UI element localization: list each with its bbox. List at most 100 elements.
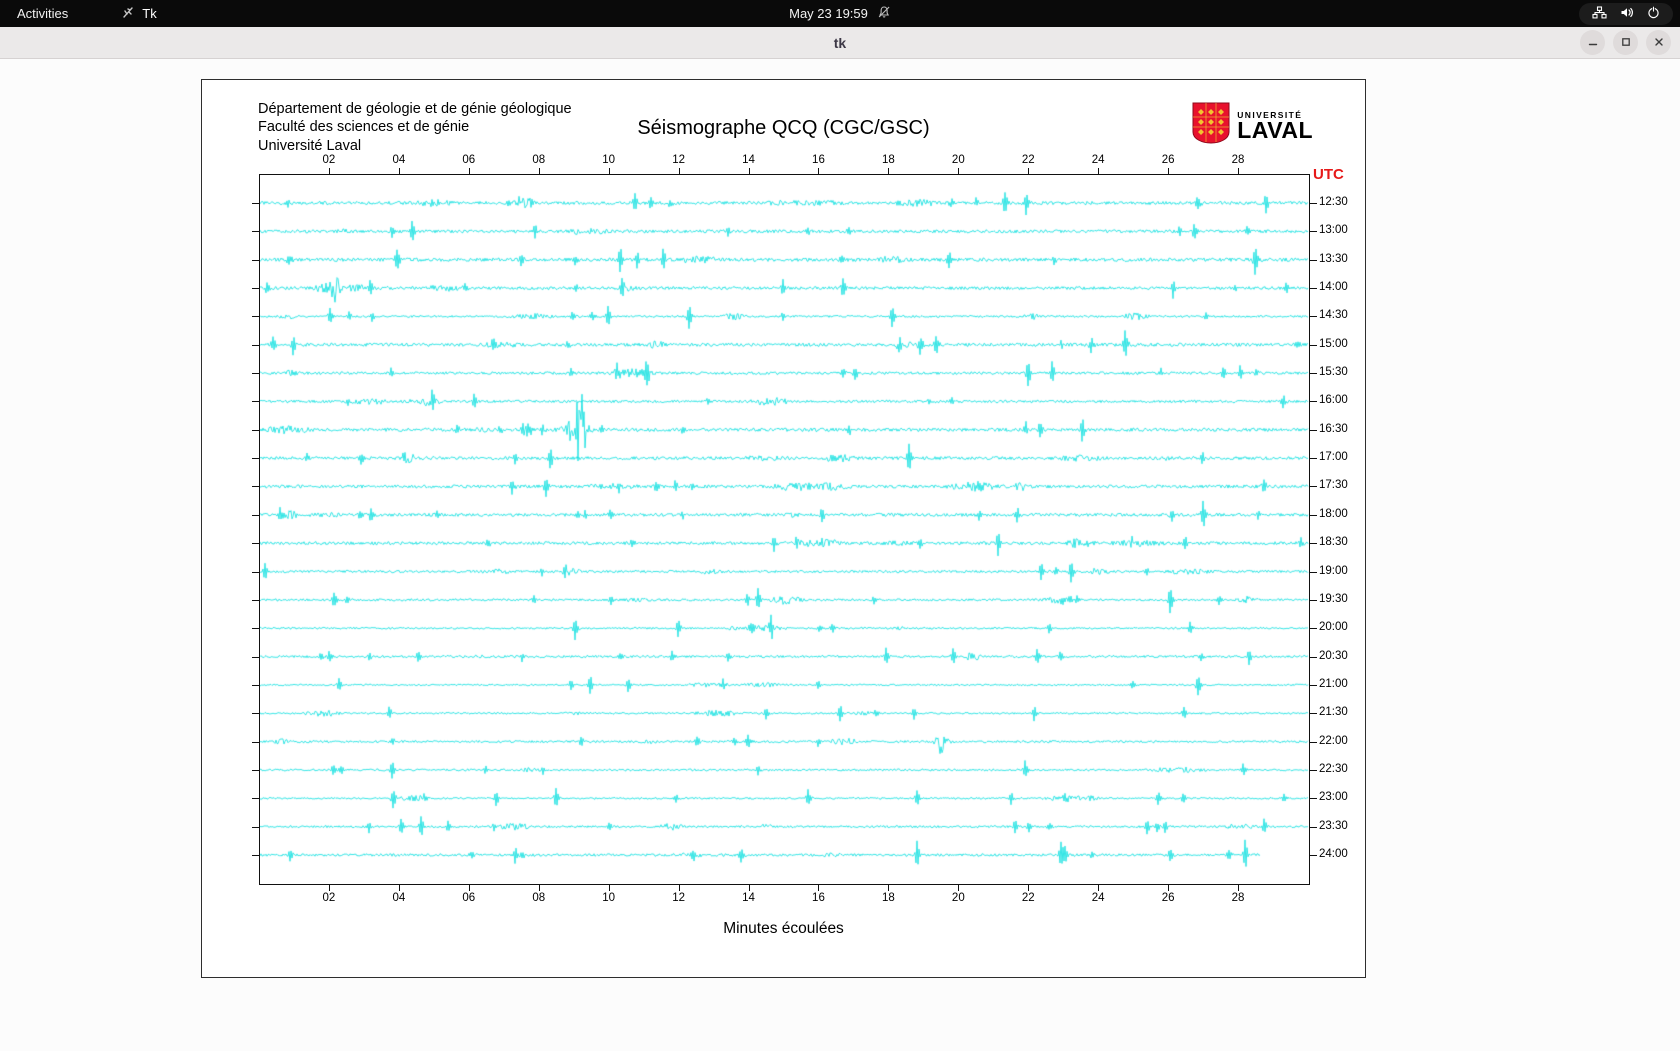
trace-time-label: 21:30: [1319, 706, 1348, 719]
power-icon: [1647, 6, 1660, 22]
system-status-area[interactable]: [1579, 2, 1673, 25]
trace-tick-right: [1310, 656, 1317, 658]
x-tick-top: [958, 168, 960, 174]
trace-tick-right: [1310, 458, 1317, 460]
trace-tick-left: [252, 684, 259, 686]
trace-tick-right: [1310, 713, 1317, 715]
tk-app-indicator[interactable]: Tk: [121, 5, 157, 22]
x-tick-label-bottom: 22: [1021, 892, 1035, 904]
window-controls: [1580, 30, 1671, 55]
maximize-icon: [1621, 35, 1631, 50]
institution-line-1: Département de géologie et de génie géol…: [258, 101, 572, 117]
x-tick-top: [538, 168, 540, 174]
system-tray: [1579, 0, 1680, 27]
x-tick-top: [398, 168, 400, 174]
trace-time-label: 14:30: [1319, 309, 1348, 322]
trace-tick-left: [252, 429, 259, 431]
tk-icon: [121, 5, 135, 22]
trace-time-label: 23:00: [1319, 791, 1348, 804]
trace-tick-left: [252, 231, 259, 233]
activities-button[interactable]: Activities: [0, 0, 85, 27]
x-tick-label-top: 20: [951, 154, 965, 166]
trace-tick-left: [252, 628, 259, 630]
trace-time-label: 20:30: [1319, 649, 1348, 662]
maximize-button[interactable]: [1613, 30, 1638, 55]
x-tick-top: [608, 168, 610, 174]
trace-time-label: 19:00: [1319, 564, 1348, 577]
trace-tick-left: [252, 316, 259, 318]
clock-button[interactable]: May 23 19:59: [789, 0, 891, 27]
x-tick-label-top: 24: [1091, 154, 1105, 166]
trace-tick-left: [252, 656, 259, 658]
x-tick-label-top: 12: [672, 154, 685, 166]
window-title: tk: [833, 34, 847, 51]
trace-tick-right: [1310, 769, 1317, 771]
trace-time-label: 13:30: [1319, 252, 1348, 265]
x-tick-label-top: 04: [392, 154, 406, 166]
x-tick-label-top: 16: [812, 154, 825, 166]
x-tick-label-top: 10: [602, 154, 616, 166]
trace-tick-left: [252, 599, 259, 601]
seismograph-canvas: [260, 175, 1309, 884]
laval-wordmark-bottom: LAVAL: [1237, 117, 1313, 143]
trace-tick-left: [252, 543, 259, 545]
x-tick-label-bottom: 18: [881, 892, 895, 904]
window-titlebar[interactable]: tk: [0, 27, 1680, 59]
trace-tick-left: [252, 344, 259, 346]
x-tick-label-bottom: 14: [742, 892, 755, 904]
trace-time-label: 14:00: [1319, 281, 1348, 294]
x-tick-label-bottom: 04: [392, 892, 406, 904]
clock-label: May 23 19:59: [789, 6, 868, 21]
universite-laval-logo: UNIVERSITÉ LAVAL: [1192, 102, 1313, 149]
bell-disabled-icon: [877, 5, 891, 22]
gnome-top-bar: Activities Tk May 23 19:59: [0, 0, 1680, 27]
trace-time-label: 22:00: [1319, 734, 1348, 747]
trace-tick-right: [1310, 514, 1317, 516]
x-tick-top: [1098, 168, 1100, 174]
trace-tick-right: [1310, 401, 1317, 403]
x-tick-label-top: 28: [1231, 154, 1245, 166]
x-tick-label-bottom: 08: [532, 892, 546, 904]
trace-tick-left: [252, 373, 259, 375]
utc-label: UTC: [1313, 166, 1344, 183]
trace-tick-right: [1310, 231, 1317, 233]
close-button[interactable]: [1646, 30, 1671, 55]
x-tick-top: [1028, 168, 1030, 174]
trace-tick-right: [1310, 826, 1317, 828]
x-tick-label-top: 22: [1021, 154, 1035, 166]
figure-frame: Département de géologie et de génie géol…: [201, 79, 1366, 978]
trace-tick-left: [252, 855, 259, 856]
trace-tick-right: [1310, 344, 1317, 346]
trace-tick-right: [1310, 599, 1317, 601]
tk-window-content: Département de géologie et de génie géol…: [0, 59, 1680, 1051]
trace-tick-left: [252, 288, 259, 290]
trace-tick-left: [252, 259, 259, 261]
network-icon: [1592, 5, 1607, 22]
laval-shield-icon: [1192, 102, 1230, 149]
x-tick-label-bottom: 06: [462, 892, 476, 904]
trace-time-label: 24:00: [1319, 848, 1348, 860]
x-tick-bottom: [818, 885, 820, 891]
trace-tick-left: [252, 514, 259, 516]
x-tick-bottom: [888, 885, 890, 891]
trace-time-label: 17:30: [1319, 479, 1348, 492]
x-tick-label-bottom: 12: [672, 892, 685, 904]
x-axis-title: Minutes écoulées: [723, 920, 844, 937]
trace-time-label: 16:00: [1319, 394, 1348, 407]
trace-tick-right: [1310, 741, 1317, 743]
tk-app-label: Tk: [142, 6, 157, 21]
minimize-button[interactable]: [1580, 30, 1605, 55]
x-tick-top: [1168, 168, 1170, 174]
minimize-icon: [1588, 35, 1598, 50]
trace-tick-left: [252, 769, 259, 771]
figure-title: Séismographe QCQ (CGC/GSC): [637, 117, 930, 139]
x-tick-label-bottom: 20: [951, 892, 965, 904]
x-tick-bottom: [1238, 885, 1240, 891]
x-tick-bottom: [678, 885, 680, 891]
x-tick-top: [328, 168, 330, 174]
trace-time-label: 13:00: [1319, 224, 1348, 237]
trace-tick-right: [1310, 259, 1317, 261]
seismograph-plot: [259, 174, 1310, 885]
x-tick-label-bottom: 28: [1231, 892, 1245, 904]
x-tick-label-top: 06: [462, 154, 476, 166]
